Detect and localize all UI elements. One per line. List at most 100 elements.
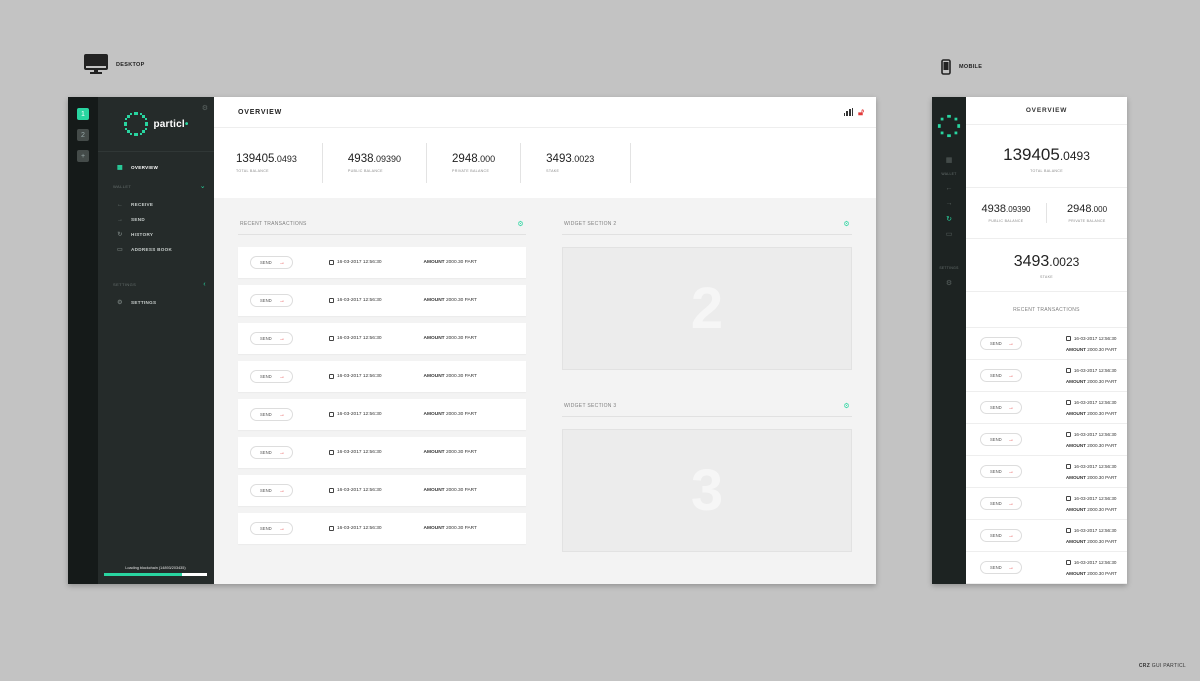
settings-section-header[interactable]: SETTINGS ‹ bbox=[98, 277, 214, 291]
send-button[interactable]: SEND → bbox=[980, 465, 1022, 478]
table-row[interactable]: SEND → 16-03-2017 12:56:30 AMOUNT 2000.30 P… bbox=[238, 513, 526, 544]
send-button[interactable]: SEND → bbox=[980, 561, 1022, 574]
arrow-right-icon: → bbox=[279, 411, 285, 418]
mobile-rail: ▦ WALLET ← → ↻ ▭ SETTINGS ⚙ bbox=[932, 97, 966, 584]
tx-info: 16-03-2017 12:56:30 AMOUNT 2000.30 PART bbox=[1065, 495, 1117, 512]
list-item[interactable]: SEND → 16-03-2017 12:56:30 AMOUNT 2000.30 P… bbox=[966, 424, 1127, 456]
send-button[interactable]: SEND → bbox=[980, 401, 1022, 414]
list-item[interactable]: SEND → 16-03-2017 12:56:30 AMOUNT 2000.30 P… bbox=[966, 520, 1127, 552]
section-title: RECENT TRANSACTIONS bbox=[240, 221, 307, 227]
arrow-right-icon: → bbox=[1008, 404, 1014, 411]
table-row[interactable]: SEND → 16-03-2017 12:56:30 AMOUNT 2000.30 P… bbox=[238, 475, 526, 506]
table-row[interactable]: SEND → 16-03-2017 12:56:30 AMOUNT 2000.30 P… bbox=[238, 323, 526, 354]
calendar-icon bbox=[329, 298, 334, 303]
calendar-icon bbox=[1065, 463, 1071, 469]
monitor-icon bbox=[84, 54, 108, 74]
send-button[interactable]: SEND → bbox=[250, 484, 293, 497]
calendar-icon bbox=[1065, 495, 1071, 501]
gear-icon[interactable]: ⚙ bbox=[843, 402, 850, 410]
grid-icon[interactable]: ▦ bbox=[946, 152, 953, 167]
list-item[interactable]: SEND → 16-03-2017 12:56:30 AMOUNT 2000.30 P… bbox=[966, 360, 1127, 392]
table-row[interactable]: SEND → 16-03-2017 12:56:30 AMOUNT 2000.30 P… bbox=[238, 437, 526, 468]
sidebar-item-settings[interactable]: ⚙ SETTINGS bbox=[98, 295, 214, 310]
gear-icon: ⚙ bbox=[117, 300, 123, 306]
arrow-right-icon: → bbox=[279, 335, 285, 342]
sidebar-item-history[interactable]: ↻ HISTORY bbox=[98, 227, 214, 242]
send-button[interactable]: SEND → bbox=[250, 256, 293, 269]
gear-icon[interactable]: ⚙ bbox=[517, 220, 524, 228]
table-row[interactable]: SEND → 16-03-2017 12:56:30 AMOUNT 2000.30 P… bbox=[238, 399, 526, 430]
gear-icon[interactable]: ⚙ bbox=[843, 220, 850, 228]
logo-text: particl• bbox=[153, 118, 189, 130]
address-book-icon: ▭ bbox=[117, 247, 123, 253]
lock-icon[interactable]: 🔓︎ bbox=[858, 107, 864, 118]
tx-amount: AMOUNT 2000.30 PART bbox=[423, 526, 477, 531]
tx-amount: AMOUNT 2000.30 PART bbox=[423, 260, 477, 265]
add-wallet-button[interactable]: + bbox=[77, 150, 89, 162]
table-row[interactable]: SEND → 16-03-2017 12:56:30 AMOUNT 2000.30 P… bbox=[238, 285, 526, 316]
arrow-right-icon: → bbox=[279, 373, 285, 380]
list-item[interactable]: SEND → 16-03-2017 12:56:30 AMOUNT 2000.30 P… bbox=[966, 392, 1127, 424]
wallet-rail: 1 2 + bbox=[68, 97, 98, 584]
wallet-section-header[interactable]: WALLET ⌄ bbox=[98, 179, 214, 193]
send-button[interactable]: SEND → bbox=[250, 446, 293, 459]
gear-icon[interactable]: ⚙ bbox=[946, 275, 952, 290]
refresh-icon: ↻ bbox=[117, 232, 123, 238]
arrow-right-icon: → bbox=[117, 216, 124, 223]
gear-icon[interactable]: ⚙ bbox=[202, 104, 208, 112]
sidebar-item-overview[interactable]: ▦ OVERVIEW bbox=[98, 160, 214, 175]
tx-date: 16-03-2017 12:56:30 bbox=[329, 298, 382, 303]
address-book-icon[interactable]: ▭ bbox=[946, 226, 953, 241]
arrow-right-icon: → bbox=[1008, 532, 1014, 539]
send-button[interactable]: SEND → bbox=[980, 497, 1022, 510]
send-button[interactable]: SEND → bbox=[250, 370, 293, 383]
balance-total: 139405.0493 TOTAL BALANCE bbox=[236, 143, 323, 183]
mobile-window: ▦ WALLET ← → ↻ ▭ SETTINGS ⚙ OVERVIEW 139… bbox=[932, 97, 1127, 584]
send-button[interactable]: SEND → bbox=[980, 337, 1022, 350]
balances-bar: 139405.0493 TOTAL BALANCE 4938.09390 PUB… bbox=[214, 127, 876, 198]
credit-text: CRZ GUI PARTICL bbox=[1138, 663, 1186, 669]
particl-logo-icon bbox=[937, 114, 961, 138]
calendar-icon bbox=[1065, 399, 1071, 405]
calendar-icon bbox=[329, 526, 334, 531]
tx-info: 16-03-2017 12:56:30 AMOUNT 2000.30 PART bbox=[1065, 463, 1117, 480]
blockchain-loader: Loading blockchain (14893/203435) bbox=[104, 566, 207, 576]
tx-date: 16-03-2017 12:56:30 bbox=[329, 412, 382, 417]
progress-fill bbox=[104, 573, 183, 576]
recent-transactions-widget: RECENT TRANSACTIONS ⚙ SEND → 16-03-2017 12… bbox=[238, 214, 526, 584]
send-button[interactable]: SEND → bbox=[250, 332, 293, 345]
list-item[interactable]: SEND → 16-03-2017 12:56:30 AMOUNT 2000.30 P… bbox=[966, 456, 1127, 488]
desktop-label-text: DESKTOP bbox=[116, 62, 145, 68]
mobile-balance-public: 4938.09390 PUBLIC BALANCE bbox=[966, 203, 1047, 224]
signal-icon[interactable] bbox=[843, 108, 854, 116]
refresh-icon[interactable]: ↻ bbox=[946, 211, 952, 226]
arrow-right-icon: → bbox=[1008, 340, 1014, 347]
sidebar-item-receive[interactable]: ← RECEIVE bbox=[98, 197, 214, 212]
table-row[interactable]: SEND → 16-03-2017 12:56:30 AMOUNT 2000.30 P… bbox=[238, 361, 526, 392]
arrow-right-icon: → bbox=[279, 525, 285, 532]
list-item[interactable]: SEND → 16-03-2017 12:56:30 AMOUNT 2000.30 P… bbox=[966, 552, 1127, 584]
send-button[interactable]: SEND → bbox=[980, 369, 1022, 382]
send-button[interactable]: SEND → bbox=[250, 522, 293, 535]
arrow-left-icon[interactable]: ← bbox=[946, 181, 953, 196]
calendar-icon bbox=[329, 374, 334, 379]
wallet-2-button[interactable]: 2 bbox=[77, 129, 89, 141]
mobile-section-title: RECENT TRANSACTIONS bbox=[966, 292, 1127, 328]
mobile-balance-total: 139405.0493 TOTAL BALANCE bbox=[966, 125, 1127, 189]
send-button[interactable]: SEND → bbox=[980, 529, 1022, 542]
particl-logo-icon bbox=[124, 112, 149, 136]
wallet-1-button[interactable]: 1 bbox=[77, 108, 89, 120]
send-button[interactable]: SEND → bbox=[980, 433, 1022, 446]
send-button[interactable]: SEND → bbox=[250, 408, 293, 421]
table-row[interactable]: SEND → 16-03-2017 12:56:30 AMOUNT 2000.30 P… bbox=[238, 247, 526, 278]
mobile-label: MOBILE bbox=[941, 59, 982, 75]
sidebar-item-address-book[interactable]: ▭ ADDRESS BOOK bbox=[98, 242, 214, 257]
arrow-right-icon: → bbox=[279, 259, 285, 266]
send-button[interactable]: SEND → bbox=[250, 294, 293, 307]
sidebar-item-send[interactable]: → SEND bbox=[98, 212, 214, 227]
tx-date: 16-03-2017 12:56:30 bbox=[329, 260, 382, 265]
list-item[interactable]: SEND → 16-03-2017 12:56:30 AMOUNT 2000.30 P… bbox=[966, 488, 1127, 520]
arrow-right-icon[interactable]: → bbox=[946, 196, 953, 211]
list-item[interactable]: SEND → 16-03-2017 12:56:30 AMOUNT 2000.30 P… bbox=[966, 328, 1127, 360]
mobile-label-text: MOBILE bbox=[959, 64, 983, 70]
